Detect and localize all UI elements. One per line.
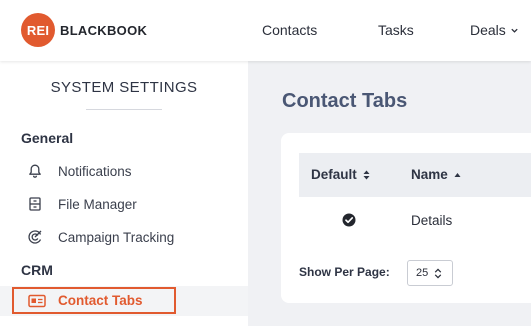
column-header-label: Name: [411, 167, 448, 182]
nav-deals-dropdown[interactable]: Deals: [470, 22, 519, 38]
default-check-icon[interactable]: [342, 213, 356, 227]
id-card-icon: [27, 291, 47, 311]
bell-icon: [25, 161, 45, 181]
file-cabinet-icon: [25, 194, 45, 214]
per-page-label: Show Per Page:: [299, 265, 390, 279]
campaign-tracking-icon: [25, 227, 45, 247]
sidebar-item-notifications[interactable]: Notifications: [20, 159, 240, 183]
sort-ascending-icon: [454, 172, 461, 177]
sidebar-item-label: Contact Tabs: [58, 293, 143, 308]
nav-tasks-link[interactable]: Tasks: [378, 22, 414, 38]
sidebar-title: SYSTEM SETTINGS: [50, 79, 198, 96]
logo-mark: REI: [21, 13, 55, 47]
sort-icon: [363, 170, 370, 179]
chevron-down-icon: [511, 28, 518, 33]
top-navbar: REI BLACKBOOK Contacts Tasks Deals: [0, 0, 531, 61]
section-general: General: [21, 130, 74, 146]
column-header-label: Default: [311, 167, 357, 182]
column-header-default[interactable]: Default: [311, 167, 371, 182]
sidebar-item-label: Notifications: [58, 163, 132, 179]
settings-sidebar: SYSTEM SETTINGS General Notifications Fi…: [0, 61, 248, 326]
nav-deals-label: Deals: [470, 22, 506, 38]
logo-text: BLACKBOOK: [60, 22, 148, 38]
per-page-value: 25: [416, 267, 429, 279]
sidebar-item-label: Campaign Tracking: [58, 229, 175, 245]
sidebar-item-campaign-tracking[interactable]: Campaign Tracking: [20, 225, 240, 249]
page-title: Contact Tabs: [282, 90, 408, 112]
section-crm: CRM: [21, 262, 53, 278]
table-cell-name: Details: [411, 213, 453, 228]
sidebar-divider: [86, 109, 162, 110]
select-stepper-icon: [435, 268, 442, 278]
per-page-select[interactable]: 25: [407, 260, 453, 286]
column-header-name[interactable]: Name: [411, 167, 462, 182]
sidebar-item-contact-tabs[interactable]: Contact Tabs: [12, 287, 176, 314]
sidebar-item-label: File Manager: [58, 196, 137, 212]
nav-contacts-link[interactable]: Contacts: [262, 22, 317, 38]
logo[interactable]: REI BLACKBOOK: [21, 13, 147, 47]
sidebar-item-file-manager[interactable]: File Manager: [20, 192, 240, 216]
